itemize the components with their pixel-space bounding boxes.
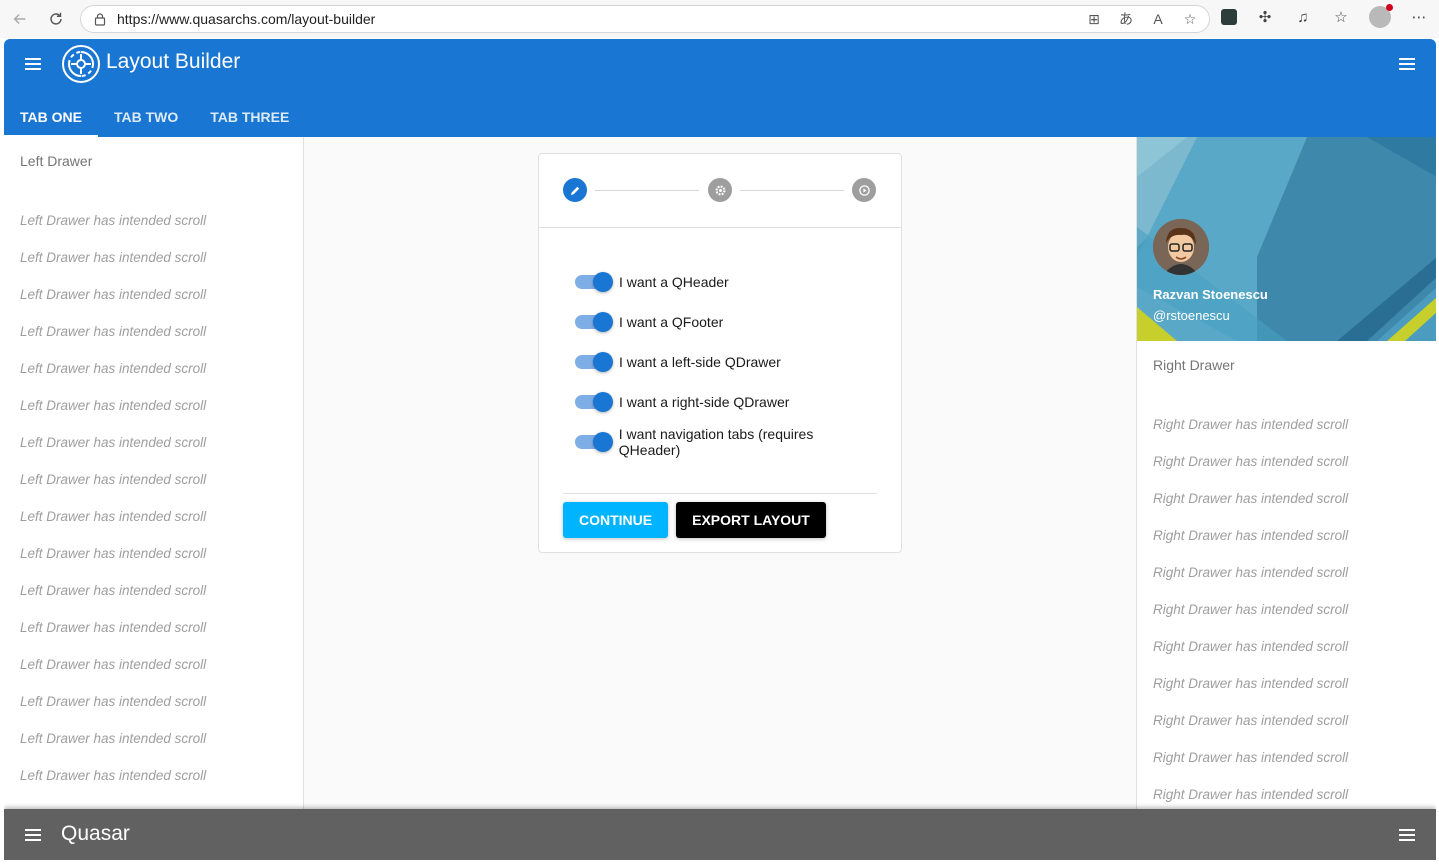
list-item: Left Drawer has intended scroll xyxy=(20,768,207,783)
layout-stepper: I want a QHeader I want a QFooter I want… xyxy=(538,153,902,553)
toggle-row-nav-tabs[interactable]: I want navigation tabs (requires QHeader… xyxy=(563,422,877,462)
qheader-toggle[interactable] xyxy=(575,272,613,292)
main-content: I want a QHeader I want a QFooter I want… xyxy=(304,137,1136,809)
list-item: Right Drawer has intended scroll xyxy=(1153,491,1349,506)
left-drawer: Left Drawer Left Drawer has intended scr… xyxy=(4,137,304,809)
list-item: Right Drawer has intended scroll xyxy=(1153,639,1349,654)
nav-tabs: TAB ONE TAB TWO TAB THREE xyxy=(4,97,305,137)
favorite-star-icon[interactable]: ☆ xyxy=(1181,10,1199,28)
translate-icon[interactable]: あ xyxy=(1117,10,1135,28)
list-item: Right Drawer has intended scroll xyxy=(1153,750,1349,765)
list-item: Left Drawer has intended scroll xyxy=(20,398,207,413)
toggle-label: I want a QFooter xyxy=(619,314,724,330)
app-title: Layout Builder xyxy=(106,50,241,73)
list-item: Right Drawer has intended scroll xyxy=(1153,676,1349,691)
app-footer: Quasar xyxy=(4,809,1436,860)
extension-terminal-icon[interactable] xyxy=(1221,9,1237,25)
qfooter-toggle[interactable] xyxy=(575,312,613,332)
list-item: Left Drawer has intended scroll xyxy=(20,287,207,302)
toggle-row-right-drawer[interactable]: I want a right-side QDrawer xyxy=(563,382,877,422)
list-item: Right Drawer has intended scroll xyxy=(1153,454,1349,469)
stepper-header xyxy=(539,154,901,228)
list-item: Left Drawer has intended scroll xyxy=(20,213,207,228)
list-item: Right Drawer has intended scroll xyxy=(1153,565,1349,580)
menu-left-icon[interactable] xyxy=(21,52,45,76)
footer-title: Quasar xyxy=(61,822,130,845)
tab-three[interactable]: TAB THREE xyxy=(194,97,305,137)
lock-icon xyxy=(94,13,106,26)
reload-icon[interactable] xyxy=(42,5,70,33)
right-drawer-toggle[interactable] xyxy=(575,392,613,412)
list-item: Right Drawer has intended scroll xyxy=(1153,713,1349,728)
list-item: Left Drawer has intended scroll xyxy=(20,694,207,709)
footer-menu-right-icon[interactable] xyxy=(1395,823,1419,847)
step-connector xyxy=(740,190,844,191)
back-icon[interactable] xyxy=(6,5,34,33)
browser-toolbar: https://www.quasarchs.com/layout-builder… xyxy=(0,0,1439,38)
export-layout-button[interactable]: EXPORT LAYOUT xyxy=(676,502,826,538)
address-bar[interactable]: https://www.quasarchs.com/layout-builder… xyxy=(80,5,1210,33)
left-drawer-list: Left Drawer has intended scroll Left Draw… xyxy=(4,185,303,805)
list-item: Left Drawer has intended scroll xyxy=(20,250,207,265)
list-item: Left Drawer has intended scroll xyxy=(20,731,207,746)
list-item: Left Drawer has intended scroll xyxy=(20,509,207,524)
toggle-list: I want a QHeader I want a QFooter I want… xyxy=(539,228,901,462)
list-item: Left Drawer has intended scroll xyxy=(20,620,207,635)
favorites-icon[interactable]: ☆ xyxy=(1331,7,1351,27)
continue-button[interactable]: CONTINUE xyxy=(563,502,669,538)
list-item: Left Drawer has intended scroll xyxy=(20,583,207,598)
list-item: Left Drawer has intended scroll xyxy=(20,546,207,561)
footer-menu-left-icon[interactable] xyxy=(21,823,45,847)
right-drawer-title: Right Drawer xyxy=(1153,357,1235,373)
read-aloud-icon[interactable]: A xyxy=(1149,10,1167,28)
list-item: Left Drawer has intended scroll xyxy=(20,435,207,450)
menu-right-icon[interactable] xyxy=(1395,52,1419,76)
quasar-logo-icon xyxy=(62,45,100,83)
toggle-row-qfooter[interactable]: I want a QFooter xyxy=(563,302,877,342)
list-item: Right Drawer has intended scroll xyxy=(1153,528,1349,543)
profile-banner: Razvan Stoenescu @rstoenescu xyxy=(1137,137,1436,341)
list-item: Right Drawer has intended scroll xyxy=(1153,602,1349,617)
app-grid-icon[interactable]: ⊞ xyxy=(1085,10,1103,28)
profile-name: Razvan Stoenescu xyxy=(1153,287,1268,302)
tab-one[interactable]: TAB ONE xyxy=(4,97,98,137)
step-connector xyxy=(595,190,699,191)
app-header: Layout Builder TAB ONE TAB TWO TAB THREE xyxy=(4,39,1436,137)
list-item: Right Drawer has intended scroll xyxy=(1153,417,1349,432)
profile-handle: @rstoenescu xyxy=(1153,308,1230,323)
url-text: https://www.quasarchs.com/layout-builder xyxy=(117,11,376,27)
list-item: Left Drawer has intended scroll xyxy=(20,472,207,487)
nav-tabs-toggle[interactable] xyxy=(575,432,613,452)
step-gear-icon[interactable] xyxy=(708,178,732,202)
stepper-actions: CONTINUE EXPORT LAYOUT xyxy=(539,494,901,538)
toggle-label: I want navigation tabs (requires QHeader… xyxy=(618,426,814,458)
profile-avatar-icon[interactable] xyxy=(1369,4,1393,28)
step-play-icon[interactable] xyxy=(852,178,876,202)
toggle-label: I want a right-side QDrawer xyxy=(619,394,790,410)
right-drawer: Razvan Stoenescu @rstoenescu Right Drawe… xyxy=(1136,137,1436,809)
toggle-label: I want a QHeader xyxy=(619,274,729,290)
step-pencil-icon[interactable] xyxy=(563,178,587,202)
app-window: Layout Builder TAB ONE TAB TWO TAB THREE… xyxy=(4,39,1436,860)
media-icon[interactable]: ♫ xyxy=(1293,7,1313,27)
list-item: Left Drawer has intended scroll xyxy=(20,361,207,376)
list-item: Left Drawer has intended scroll xyxy=(20,657,207,672)
tab-two[interactable]: TAB TWO xyxy=(98,97,194,137)
toggle-row-qheader[interactable]: I want a QHeader xyxy=(563,262,877,302)
left-drawer-title: Left Drawer xyxy=(20,153,93,169)
toggle-row-left-drawer[interactable]: I want a left-side QDrawer xyxy=(563,342,877,382)
left-drawer-toggle[interactable] xyxy=(575,352,613,372)
avatar[interactable] xyxy=(1153,219,1209,275)
right-drawer-list: Right Drawer has intended scroll Right Dr… xyxy=(1137,389,1436,809)
list-item: Right Drawer has intended scroll xyxy=(1153,787,1349,802)
extensions-puzzle-icon[interactable]: ✣ xyxy=(1255,7,1275,27)
toggle-label: I want a left-side QDrawer xyxy=(619,354,781,370)
list-item: Left Drawer has intended scroll xyxy=(20,324,207,339)
more-menu-icon[interactable]: ⋯ xyxy=(1409,7,1429,27)
